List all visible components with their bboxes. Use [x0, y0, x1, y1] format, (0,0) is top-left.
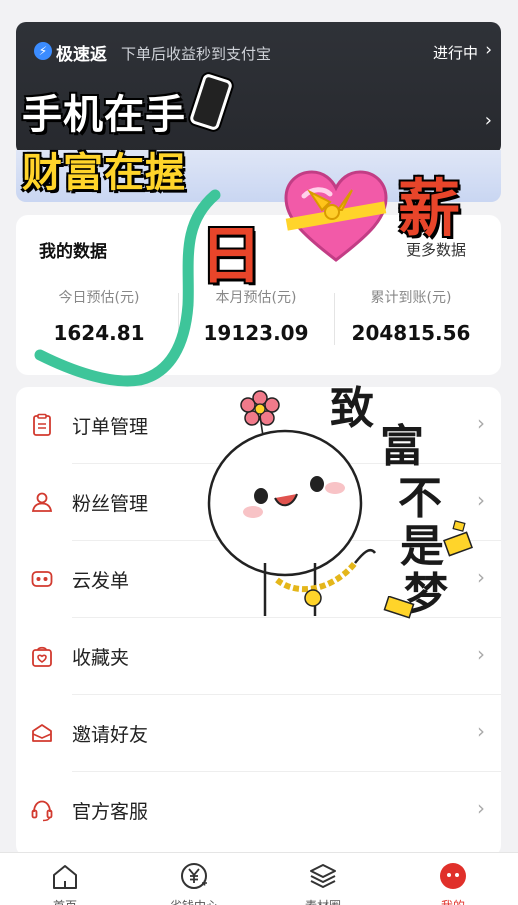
money-bill-icon [443, 520, 473, 557]
bag-heart-icon [32, 646, 52, 667]
headset-icon [31, 800, 53, 822]
robot-icon [31, 571, 53, 587]
menu-item-label: 云发单 [72, 570, 130, 592]
profile-icon [440, 863, 466, 889]
clipboard-icon [33, 413, 51, 436]
person-icon [31, 492, 53, 512]
divider [334, 293, 335, 345]
layers-icon [310, 864, 336, 888]
menu-item-favorites[interactable]: 收藏夹 › [16, 618, 501, 695]
tab-materials[interactable]: 素材圈 [268, 853, 378, 905]
menu-item-invite[interactable]: 邀请好友 › [16, 695, 501, 772]
chevron-right-icon: › [477, 565, 485, 589]
lightning-icon: ⚡ [34, 42, 52, 60]
stat-value: 204815.56 [351, 321, 471, 345]
menu-item-label: 收藏夹 [72, 647, 130, 669]
chevron-right-icon[interactable]: › [485, 110, 492, 131]
menu-item-label: 粉丝管理 [72, 493, 149, 515]
tab-savings-center[interactable]: 省钱中心 [139, 853, 249, 905]
envelope-icon [32, 724, 52, 742]
heart-gift-sticker-icon [284, 170, 388, 262]
tab-label: 省钱中心 [139, 897, 249, 905]
sticker-char-zhi: 致 [330, 383, 374, 434]
stat-label: 累计到账(元) [370, 290, 452, 306]
chevron-right-icon: › [477, 642, 485, 666]
bottom-tab-bar: 首页 省钱中心 素材圈 我的 [0, 852, 518, 905]
tab-label: 素材圈 [268, 897, 378, 905]
tab-home[interactable]: 首页 [10, 853, 120, 905]
stat-total: 累计到账(元) 204815.56 [336, 287, 486, 345]
sticker-char-xin: 薪 [398, 172, 461, 245]
menu-item-service[interactable]: 官方客服 › [16, 772, 501, 849]
check-swoosh-icon [34, 189, 221, 387]
tab-label: 首页 [10, 897, 120, 905]
tab-mine[interactable]: 我的 [398, 853, 508, 905]
home-icon [53, 865, 77, 889]
chevron-right-icon: › [477, 796, 485, 820]
banner-subtitle: 下单后收益秒到支付宝 [121, 45, 272, 63]
chevron-right-icon: › [485, 40, 492, 60]
yen-icon [181, 863, 207, 889]
chevron-right-icon: › [477, 719, 485, 743]
banner-status-link[interactable]: 进行中 [433, 42, 478, 63]
menu-item-label: 邀请好友 [72, 724, 149, 746]
chevron-right-icon: › [477, 488, 485, 512]
money-bill-icon [383, 596, 415, 619]
banner-title: 极速返 [56, 45, 107, 65]
tab-label: 我的 [398, 897, 508, 905]
chevron-right-icon: › [477, 411, 485, 435]
menu-item-label: 订单管理 [72, 416, 149, 438]
sticker-text-line1: 手机在手 [22, 92, 186, 139]
menu-item-label: 官方客服 [72, 801, 149, 823]
